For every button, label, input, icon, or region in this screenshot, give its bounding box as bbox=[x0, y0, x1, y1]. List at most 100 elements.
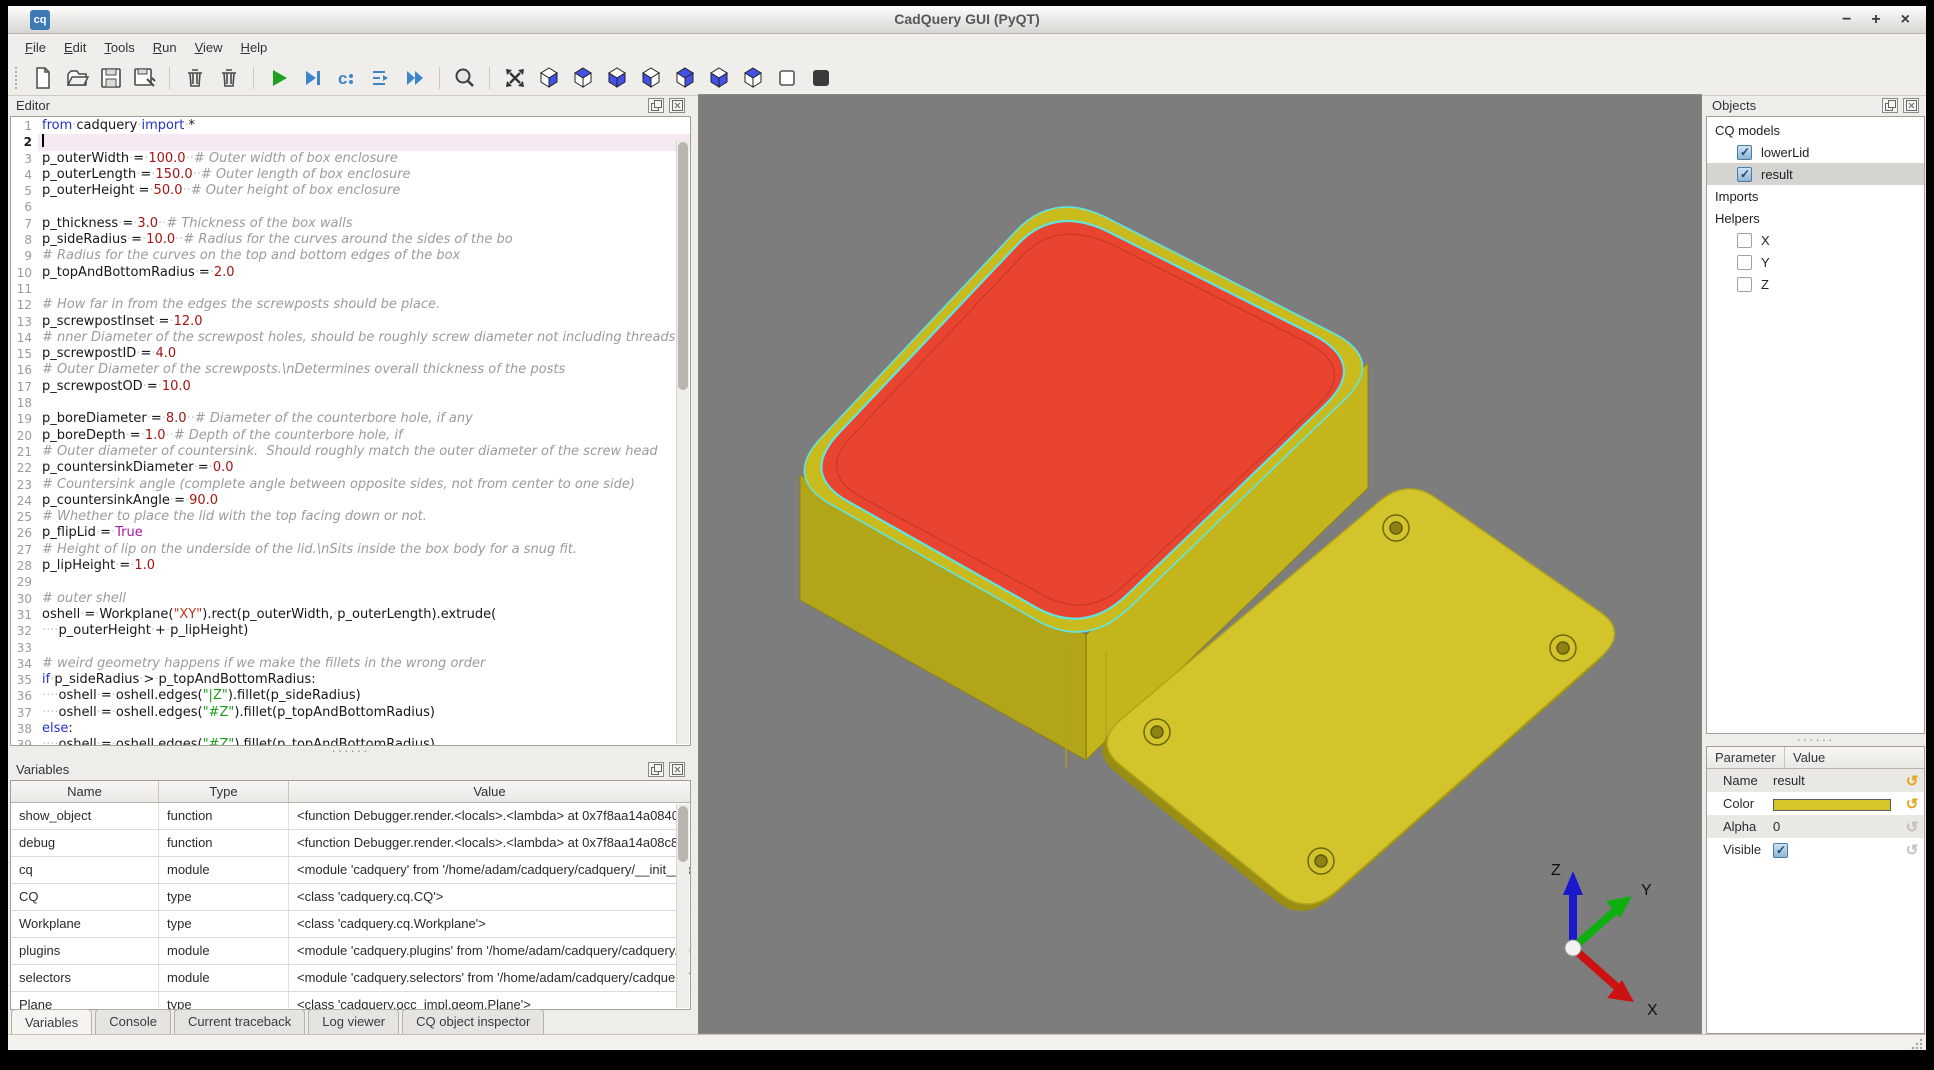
menu-item-run[interactable]: Run bbox=[144, 37, 186, 58]
parameter-value[interactable] bbox=[1773, 841, 1900, 857]
fit-view-icon[interactable] bbox=[500, 63, 529, 92]
view-right-icon[interactable] bbox=[738, 63, 767, 92]
clear-icon[interactable] bbox=[214, 63, 243, 92]
code-line[interactable]: 25# Whether to place the lid with the to… bbox=[11, 509, 690, 525]
delete-icon[interactable] bbox=[180, 63, 209, 92]
step-next-icon[interactable] bbox=[366, 63, 395, 92]
code-line[interactable]: 14# nner Diameter of the screwpost holes… bbox=[11, 330, 690, 346]
view-iso-icon[interactable] bbox=[534, 63, 563, 92]
close-panel-icon[interactable] bbox=[1903, 98, 1919, 113]
checkbox-lowerlid[interactable] bbox=[1737, 145, 1752, 160]
tree-group-helpers[interactable]: Helpers bbox=[1707, 207, 1924, 229]
variables-table-header[interactable]: NameTypeValue bbox=[11, 781, 690, 803]
menu-item-tools[interactable]: Tools bbox=[95, 37, 143, 58]
view-back-icon[interactable] bbox=[670, 63, 699, 92]
tab-current-traceback[interactable]: Current traceback bbox=[174, 1009, 305, 1034]
code-line[interactable]: 31oshell·=·Workplane("XY").rect(p_outerW… bbox=[11, 607, 690, 623]
table-row[interactable]: Workplanetype<class 'cadquery.cq.Workpla… bbox=[11, 911, 690, 938]
save-icon[interactable] bbox=[96, 63, 125, 92]
code-line[interactable]: 33 bbox=[11, 640, 690, 656]
parameter-row-visible[interactable]: Visible↺ bbox=[1707, 838, 1924, 861]
3d-viewport[interactable]: Z Y X bbox=[698, 94, 1702, 1034]
parameter-row-name[interactable]: Nameresult↺ bbox=[1707, 769, 1924, 792]
reset-icon[interactable]: ↺ bbox=[1900, 795, 1924, 813]
menu-item-file[interactable]: File bbox=[16, 37, 55, 58]
code-line[interactable]: 22p_countersinkDiameter·=·0.0 bbox=[11, 460, 690, 476]
code-line[interactable]: 11 bbox=[11, 281, 690, 297]
tab-console[interactable]: Console bbox=[95, 1009, 171, 1034]
render-icon[interactable] bbox=[264, 63, 293, 92]
view-top-icon[interactable] bbox=[568, 63, 597, 92]
parameter-row-color[interactable]: Color↺ bbox=[1707, 792, 1924, 815]
code-line[interactable]: 15p_screwpostID·=·4.0 bbox=[11, 346, 690, 362]
tree-item-z[interactable]: Z bbox=[1707, 273, 1924, 295]
column-header-name[interactable]: Name bbox=[11, 781, 159, 802]
tree-item-x[interactable]: X bbox=[1707, 229, 1924, 251]
code-line[interactable]: 17p_screwpostOD·=·10.0 bbox=[11, 379, 690, 395]
tree-item-result[interactable]: result bbox=[1707, 163, 1924, 185]
float-panel-icon[interactable] bbox=[648, 98, 664, 113]
checkbox-z[interactable] bbox=[1737, 277, 1752, 292]
tab-log-viewer[interactable]: Log viewer bbox=[308, 1009, 399, 1034]
tab-cq-object-inspector[interactable]: CQ object inspector bbox=[402, 1009, 544, 1034]
minimize-button[interactable]: − bbox=[1842, 7, 1851, 33]
code-line[interactable]: 34# weird geometry happens if we make th… bbox=[11, 656, 690, 672]
code-line[interactable]: 3p_outerWidth·=·100.0··# Outer width of … bbox=[11, 151, 690, 167]
tree-group-cq-models[interactable]: CQ models bbox=[1707, 119, 1924, 141]
code-line[interactable]: 2 bbox=[11, 134, 690, 150]
code-line[interactable]: 8p_sideRadius·=·10.0··# Radius for the c… bbox=[11, 232, 690, 248]
visible-checkbox[interactable] bbox=[1773, 843, 1788, 858]
parameter-value[interactable] bbox=[1773, 796, 1900, 811]
menu-item-help[interactable]: Help bbox=[232, 37, 277, 58]
debug-icon[interactable] bbox=[298, 63, 327, 92]
code-line[interactable]: 7p_thickness·=·3.0··# Thickness of the b… bbox=[11, 216, 690, 232]
toolbar-drag-handle[interactable] bbox=[15, 67, 20, 89]
open-icon[interactable] bbox=[62, 63, 91, 92]
objects-parameters-splitter[interactable] bbox=[1706, 735, 1925, 745]
reset-icon[interactable]: ↺ bbox=[1900, 772, 1924, 790]
view-left-icon[interactable] bbox=[704, 63, 733, 92]
code-line[interactable]: 35if·p_sideRadius·>·p_topAndBottomRadius… bbox=[11, 672, 690, 688]
reset-icon[interactable]: ↺ bbox=[1900, 841, 1924, 859]
view-front-icon[interactable] bbox=[636, 63, 665, 92]
menu-item-view[interactable]: View bbox=[186, 37, 232, 58]
view-bottom-icon[interactable] bbox=[602, 63, 631, 92]
code-line[interactable]: 16# Outer Diameter of the screwposts.\nD… bbox=[11, 362, 690, 378]
code-line[interactable]: 23# Countersink angle (complete angle be… bbox=[11, 477, 690, 493]
tree-item-lowerlid[interactable]: lowerLid bbox=[1707, 141, 1924, 163]
tree-group-imports[interactable]: Imports bbox=[1707, 185, 1924, 207]
table-row[interactable]: show_objectfunction<function Debugger.re… bbox=[11, 803, 690, 830]
code-line[interactable]: 13p_screwpostInset·=·12.0 bbox=[11, 314, 690, 330]
save-as-icon[interactable] bbox=[130, 63, 159, 92]
code-line[interactable]: 10p_topAndBottomRadius·=·2.0 bbox=[11, 265, 690, 281]
code-line[interactable]: 4p_outerLength·=·150.0··# Outer length o… bbox=[11, 167, 690, 183]
close-button[interactable]: × bbox=[1901, 7, 1910, 33]
editor-scrollbar[interactable] bbox=[676, 140, 689, 744]
checkbox-y[interactable] bbox=[1737, 255, 1752, 270]
step-icon[interactable]: c bbox=[332, 63, 361, 92]
menu-item-edit[interactable]: Edit bbox=[55, 37, 95, 58]
code-line[interactable]: 32····p_outerHeight·+·p_lipHeight) bbox=[11, 623, 690, 639]
table-row[interactable]: CQtype<class 'cadquery.cq.CQ'> bbox=[11, 884, 690, 911]
title-bar[interactable]: cq CadQuery GUI (PyQT) − + × bbox=[8, 6, 1926, 34]
code-line[interactable]: 27# Height of lip on the underside of th… bbox=[11, 542, 690, 558]
code-line[interactable]: 38else: bbox=[11, 721, 690, 737]
code-line[interactable]: 26p_flipLid·=·True bbox=[11, 525, 690, 541]
code-line[interactable]: 9# Radius for the curves on the top and … bbox=[11, 248, 690, 264]
resize-grip-icon[interactable] bbox=[1911, 1037, 1924, 1050]
color-swatch[interactable] bbox=[1773, 799, 1891, 811]
wireframe-icon[interactable] bbox=[772, 63, 801, 92]
maximize-button[interactable]: + bbox=[1871, 7, 1880, 33]
checkbox-x[interactable] bbox=[1737, 233, 1752, 248]
column-header-value[interactable]: Value bbox=[289, 781, 690, 802]
code-line[interactable]: 1from·cadquery·import·* bbox=[11, 118, 690, 134]
code-editor[interactable]: 1from·cadquery·import·*23p_outerWidth·=·… bbox=[10, 116, 691, 746]
code-line[interactable]: 29 bbox=[11, 574, 690, 590]
table-row[interactable]: cqmodule<module 'cadquery' from '/home/a… bbox=[11, 857, 690, 884]
inspect-icon[interactable] bbox=[450, 63, 479, 92]
code-line[interactable]: 6 bbox=[11, 199, 690, 215]
code-line[interactable]: 37····oshell·=·oshell.edges("#Z").fillet… bbox=[11, 705, 690, 721]
code-line[interactable]: 5p_outerHeight·=·50.0··# Outer height of… bbox=[11, 183, 690, 199]
parameter-row-alpha[interactable]: Alpha0↺ bbox=[1707, 815, 1924, 838]
code-line[interactable]: 19p_boreDiameter·=·8.0··# Diameter of th… bbox=[11, 411, 690, 427]
